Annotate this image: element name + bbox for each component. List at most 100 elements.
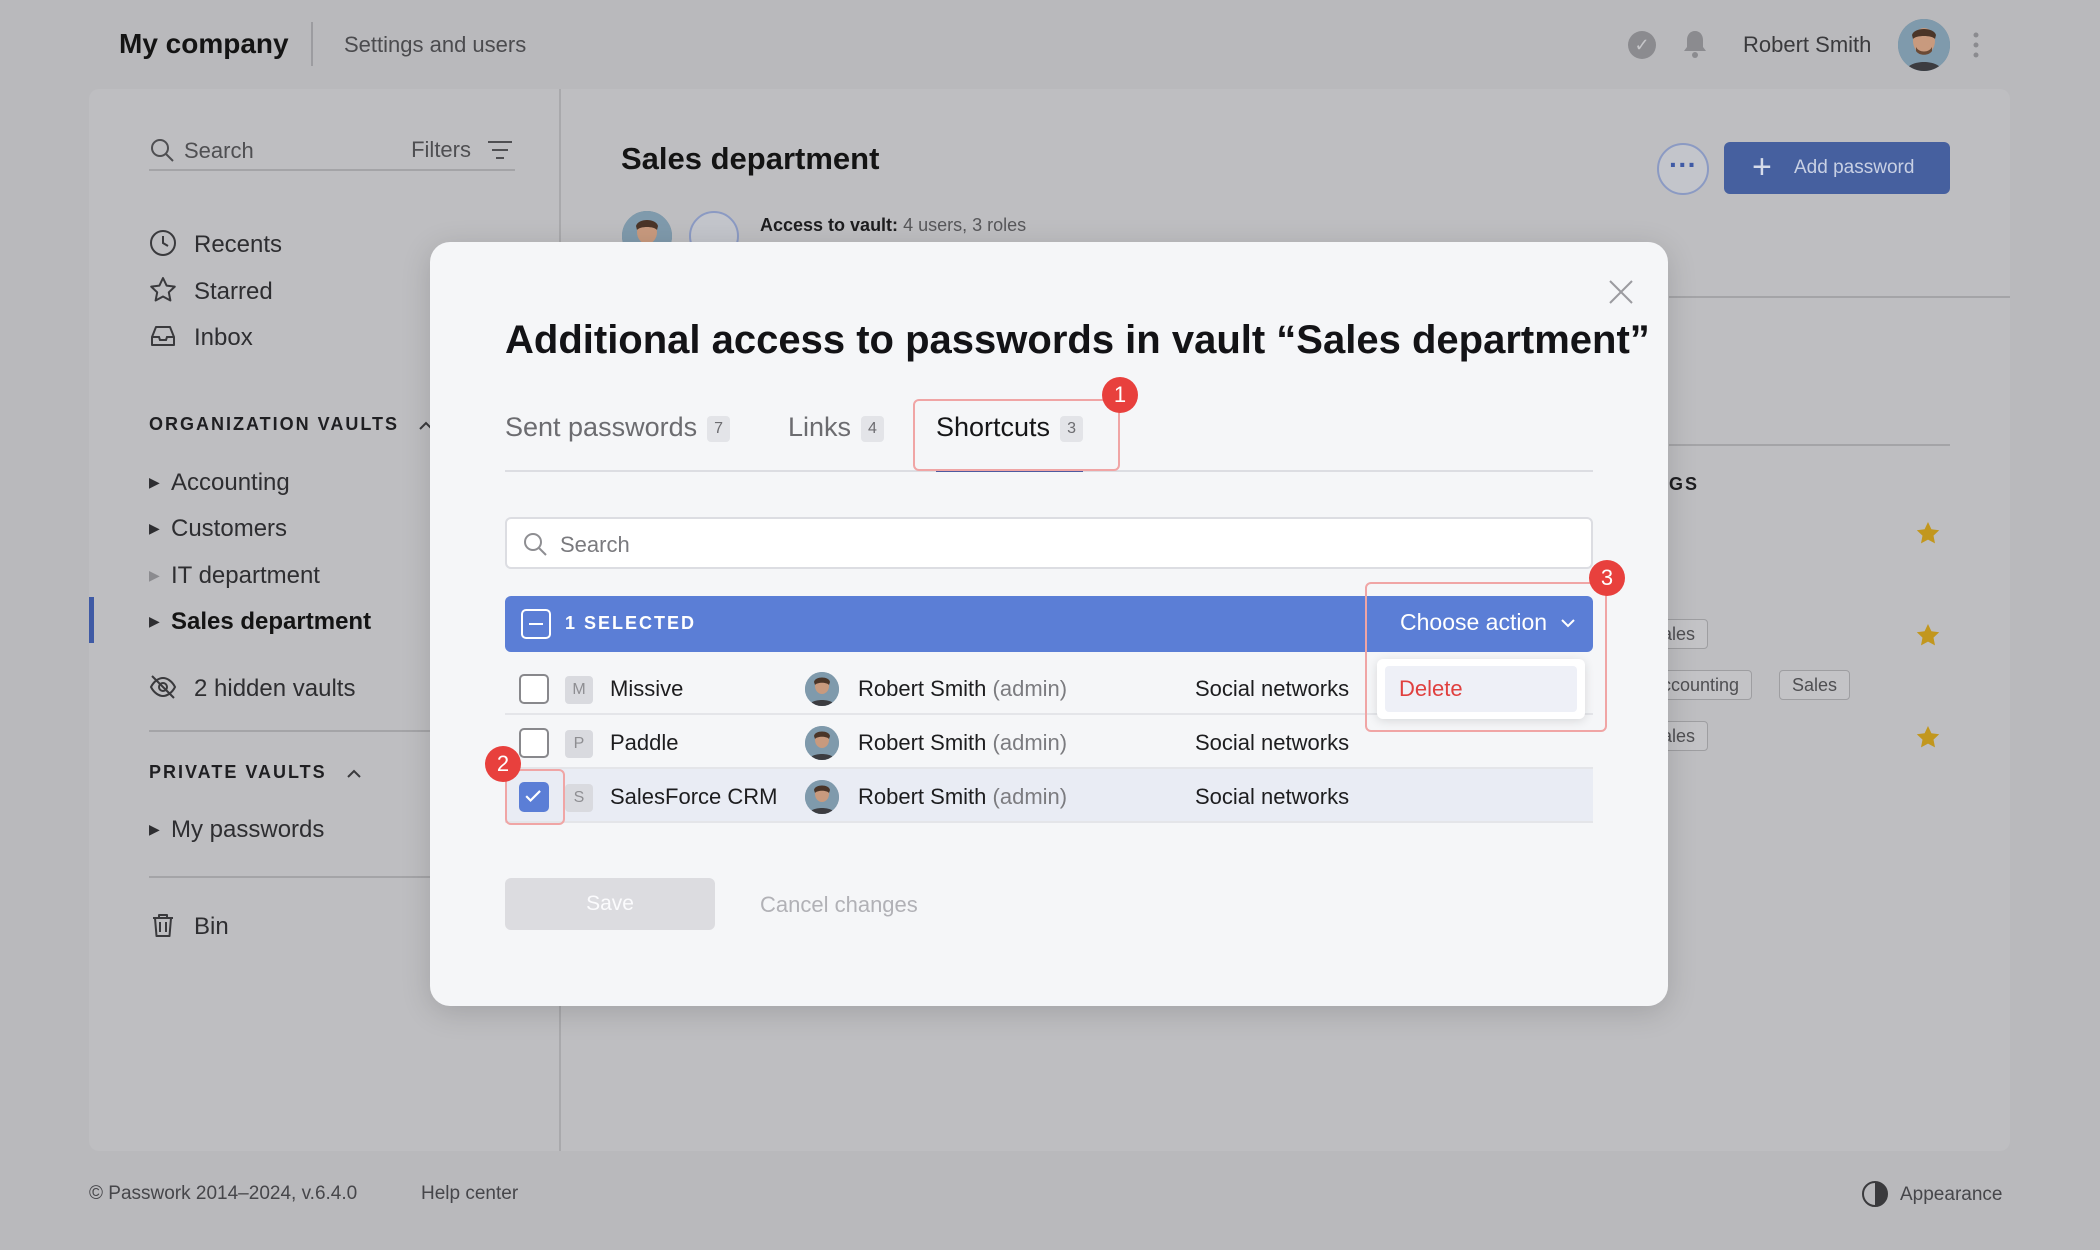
vault-label: Customers [171,515,288,542]
row-checkbox[interactable] [519,674,549,704]
sidebar-item-label: Bin [194,913,229,940]
divider [311,22,313,66]
page-title: Sales department [621,141,880,176]
star-icon[interactable] [1915,725,1941,751]
star-icon[interactable] [1915,521,1941,547]
breadcrumb-settings[interactable]: Settings and users [344,32,526,58]
selection-count: 1 SELECTED [565,613,697,633]
callout-highlight [913,399,1120,471]
vault-label: My passwords [171,816,325,843]
shortcut-category: Social networks [1195,730,1350,755]
chevron-up-icon [346,769,361,778]
shortcut-category: Social networks [1195,676,1350,701]
org-vaults-heading[interactable]: ORGANIZATION VAULTS [149,414,434,435]
more-options-button[interactable]: ··· [1657,143,1709,195]
modal-title: Additional access to passwords in vault … [505,318,1650,362]
divider [1669,296,2010,298]
vault-label: Accounting [171,469,290,496]
access-label: Access to vault: [760,215,899,235]
tab-count: 4 [861,415,884,442]
check-circle-icon[interactable]: ✓ [1628,31,1656,59]
shortcut-name[interactable]: Paddle [610,730,679,756]
save-button[interactable]: Save [505,878,715,930]
sidebar-search[interactable]: Search Filters [149,129,515,171]
shortcut-category: Social networks [1195,784,1350,809]
close-icon[interactable] [1606,277,1636,307]
more-vertical-icon[interactable] [1968,30,1984,60]
vault-access-info[interactable]: Access to vault: 4 users, 3 roles [760,215,1026,236]
add-password-label: Add password [1794,157,1915,178]
inbox-icon [151,326,175,346]
search-placeholder: Search [560,532,630,557]
company-name[interactable]: My company [119,28,289,60]
owner-role: (admin) [992,730,1068,755]
deselect-all-checkbox[interactable] [521,609,551,639]
owner-avatar [805,780,839,814]
clock-icon [150,230,176,256]
callout-badge: 3 [1589,560,1625,596]
additional-access-modal: Additional access to passwords in vault … [430,242,1668,1006]
expand-triangle-icon: ▶ [149,567,160,583]
copyright: © Passwork 2014–2024, v.6.4.0 [89,1183,358,1204]
owner-name: Robert Smith (admin) [858,730,1067,756]
appearance-link[interactable]: Appearance [1900,1184,2002,1206]
plus-icon: + [1752,148,1772,186]
tab-sent-passwords[interactable]: Sent passwords 7 [505,402,731,470]
owner-name-text: Robert Smith [858,730,987,755]
shortcut-name[interactable]: SalesForce CRM [610,784,777,810]
tag[interactable]: Sales [1779,670,1851,700]
shortcut-name[interactable]: Missive [610,676,683,702]
active-indicator [89,597,94,643]
tab-label: Links [788,412,852,442]
column-heading: GS [1669,474,1700,494]
filter-icon[interactable] [487,139,513,161]
cancel-changes-button[interactable]: Cancel changes [760,892,918,918]
owner-role: (admin) [992,784,1068,809]
callout-highlight [1365,582,1607,732]
owner-name-text: Robert Smith [858,784,987,809]
row-letter-avatar: M [565,676,593,704]
owner-avatar [805,726,839,760]
sidebar-search-placeholder: Search [184,138,254,163]
search-icon [524,533,547,556]
contrast-icon[interactable] [1861,1180,1889,1208]
tab-label: Sent passwords [505,412,698,442]
callout-badge: 2 [485,746,521,782]
row-letter-avatar: S [565,784,593,812]
eye-off-icon [149,675,177,699]
star-icon [150,277,176,302]
user-name[interactable]: Robert Smith [1743,32,1871,58]
shortcuts-search-input[interactable]: Search [505,517,1593,569]
hidden-vaults-label: 2 hidden vaults [194,675,356,702]
table-row[interactable]: S SalesForce CRM Robert Smith (admin) So… [505,769,1593,823]
help-center-link[interactable]: Help center [421,1183,518,1205]
access-value: 4 users, 3 roles [903,215,1027,235]
filters-label[interactable]: Filters [411,137,471,163]
bell-icon[interactable] [1680,28,1710,60]
expand-triangle-icon: ▶ [149,474,160,490]
tab-count: 7 [707,415,731,442]
sidebar-item-label: Recents [194,231,283,258]
row-letter-avatar: P [565,730,593,758]
sidebar-item-label: Starred [194,278,273,305]
user-avatar[interactable] [1898,19,1950,71]
owner-name: Robert Smith (admin) [858,676,1067,702]
owner-name-text: Robert Smith [858,676,987,701]
add-password-button[interactable]: + Add password [1724,142,1950,194]
callout-badge: 1 [1102,377,1138,413]
vault-label: Sales department [171,608,372,635]
expand-triangle-icon: ▶ [149,821,160,837]
tab-links[interactable]: Links 4 [788,402,884,470]
expand-triangle-icon: ▶ [149,520,160,536]
search-icon [151,139,174,162]
private-vaults-heading[interactable]: PRIVATE VAULTS [149,762,362,783]
owner-name: Robert Smith (admin) [858,784,1067,810]
sidebar-item-label: Inbox [194,324,253,351]
row-checkbox[interactable] [519,728,549,758]
org-vaults-heading-label: ORGANIZATION VAULTS [149,414,399,434]
divider [1669,444,1950,446]
top-bar: My company Settings and users ✓ Robert S… [0,0,2100,90]
expand-triangle-icon: ▶ [149,613,160,629]
owner-avatar [805,672,839,706]
star-icon[interactable] [1915,623,1941,649]
